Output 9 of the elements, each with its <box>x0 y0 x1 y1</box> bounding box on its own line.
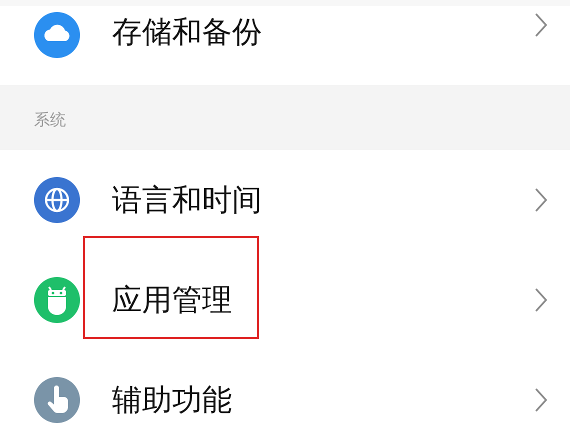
chevron-icon <box>534 187 548 213</box>
setting-label[interactable]: 存储和备份 <box>112 15 262 50</box>
chevron-icon <box>534 387 548 413</box>
setting-label[interactable]: 语言和时间 <box>112 182 262 218</box>
setting-label[interactable]: 辅助功能 <box>112 382 232 418</box>
setting-label[interactable]: 应用管理 <box>112 282 232 318</box>
chevron-icon <box>534 12 548 38</box>
chevron-icon <box>534 287 548 313</box>
section-title: 系统 <box>34 110 66 129</box>
